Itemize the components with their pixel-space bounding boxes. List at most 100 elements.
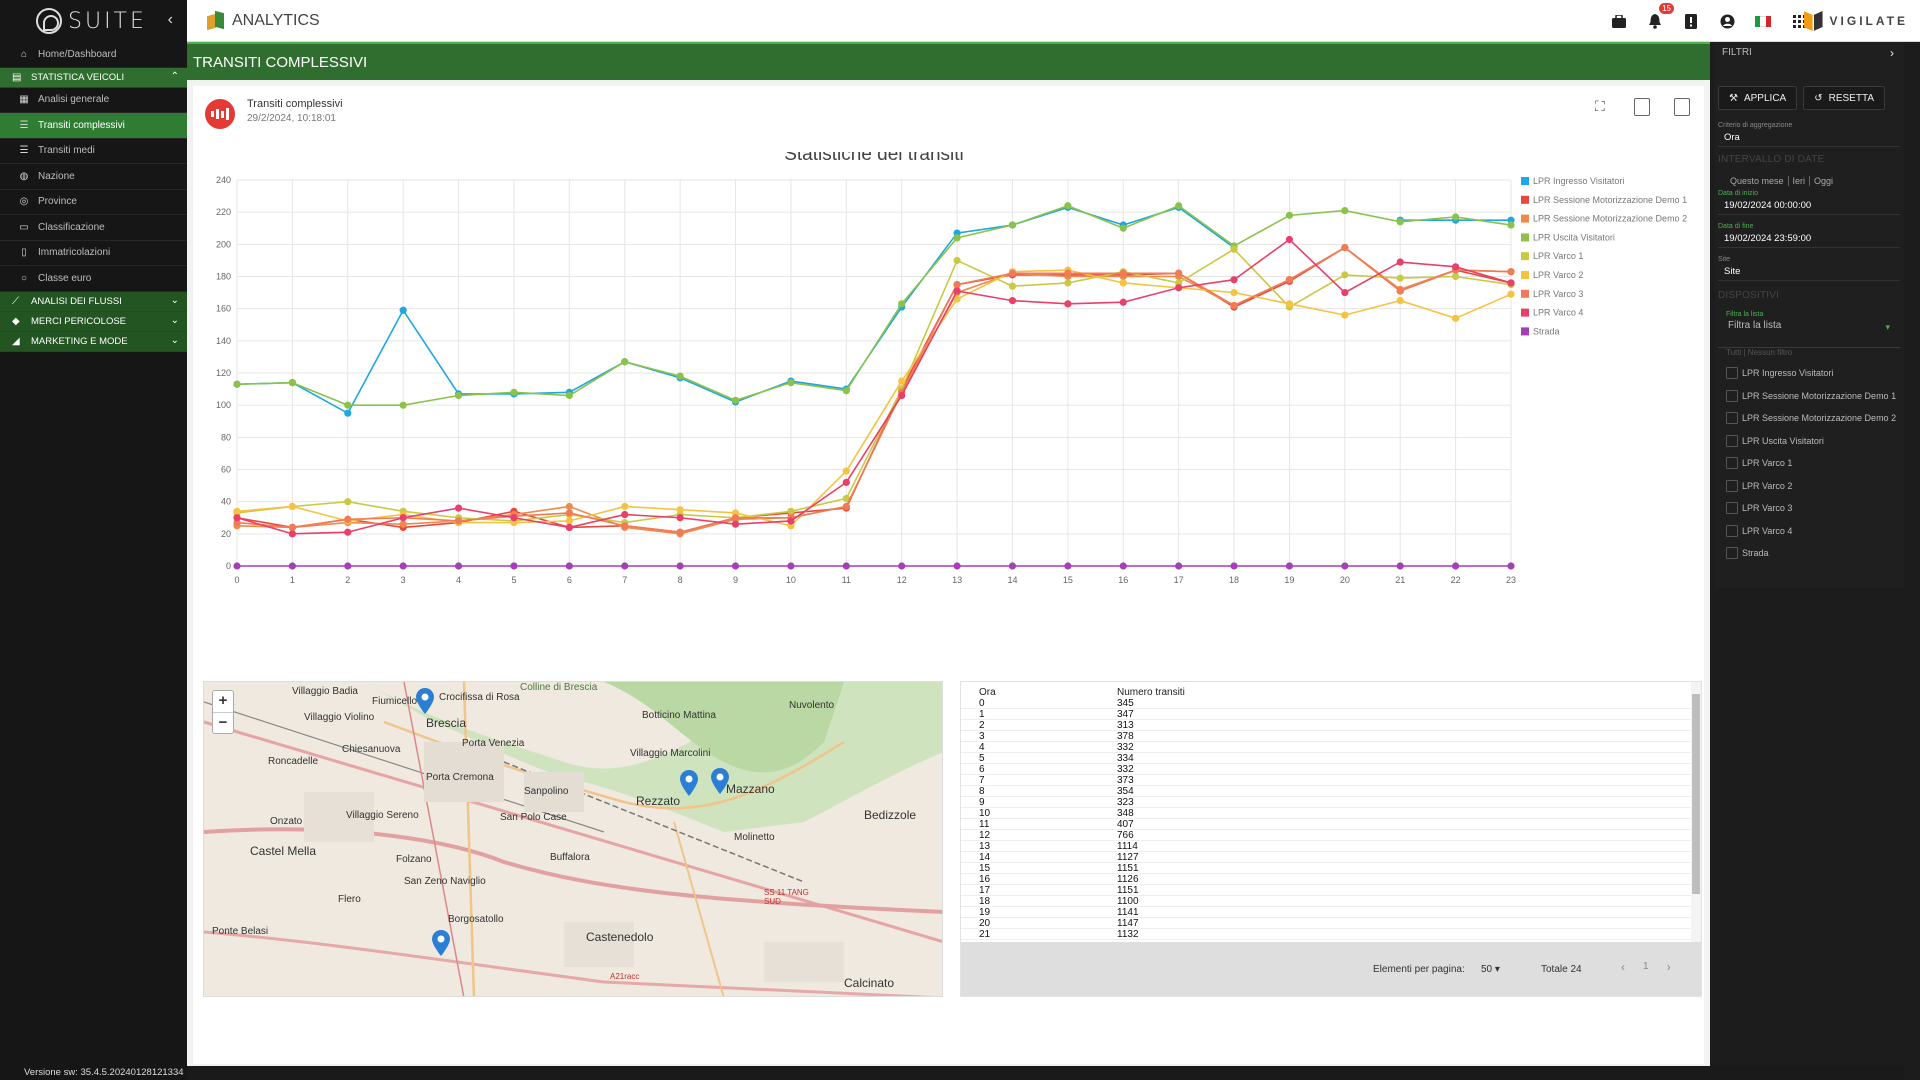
- map-marker-icon[interactable]: [711, 768, 729, 794]
- map-marker-icon[interactable]: [680, 770, 698, 796]
- app-brand[interactable]: ANALYTICS: [207, 10, 320, 30]
- next-page-icon[interactable]: ›: [1667, 960, 1671, 974]
- legend-entry: LPR Ingresso Visitatori: [1533, 176, 1624, 186]
- data-point: [953, 234, 961, 242]
- sidebar-group-merci[interactable]: ◆ MERCI PERICOLOSE ⌄: [0, 311, 187, 332]
- collapse-sidebar-icon[interactable]: ‹: [168, 11, 173, 29]
- sidebar-item-classe-euro[interactable]: ○ Classe euro: [0, 266, 187, 292]
- gavel-icon: ⚒: [1729, 92, 1738, 104]
- x-tick-label: 11: [842, 575, 851, 585]
- device-checkbox-item[interactable]: LPR Ingresso Visitatori: [1726, 362, 1896, 385]
- prev-page-icon[interactable]: ‹: [1621, 960, 1625, 974]
- checkbox[interactable]: [1726, 389, 1738, 402]
- map-marker-icon[interactable]: [432, 930, 450, 956]
- device-checkbox-item[interactable]: LPR Varco 4: [1726, 520, 1896, 543]
- user-account-icon[interactable]: [1718, 12, 1736, 30]
- print-icon[interactable]: [1674, 98, 1690, 116]
- data-point: [1230, 301, 1238, 310]
- checkbox[interactable]: [1726, 434, 1738, 447]
- device-filter-input[interactable]: Filtra la lista Filtra la lista ▾: [1718, 308, 1900, 348]
- checkbox[interactable]: [1726, 524, 1738, 537]
- sidebar-group-label: MARKETING E MODE: [31, 335, 128, 347]
- checkbox[interactable]: [1726, 412, 1738, 425]
- sidebar-item-analisi-generale[interactable]: ▦ Analisi generale: [0, 88, 187, 113]
- data-point: [1008, 221, 1017, 229]
- table-row: 13 1114: [961, 841, 1691, 852]
- select-none-link[interactable]: Nessun filtro: [1748, 348, 1792, 357]
- table-scrollbar[interactable]: [1691, 682, 1701, 944]
- checkbox[interactable]: [1726, 367, 1738, 380]
- map-label: Rezzato: [636, 794, 681, 808]
- alert-doc-icon[interactable]: [1682, 12, 1700, 30]
- y-tick-label: 140: [216, 336, 231, 346]
- suite-logo-text: SUITE: [68, 8, 147, 34]
- sidebar-item-transiti-medi[interactable]: ☰ Transiti medi: [0, 139, 187, 164]
- device-checkbox-item[interactable]: LPR Sessione Motorizzazione Demo 2: [1726, 407, 1896, 430]
- device-checkbox-item[interactable]: LPR Sessione Motorizzazione Demo 1: [1726, 385, 1896, 408]
- select-all-link[interactable]: Tutti: [1726, 348, 1741, 357]
- sidebar-group-flussi[interactable]: ⟋ ANALISI DEI FLUSSI ⌄: [0, 291, 187, 312]
- map-marker-icon[interactable]: [416, 688, 434, 714]
- briefcase-icon[interactable]: [1610, 12, 1628, 30]
- reset-button[interactable]: ↺ RESETTA: [1803, 86, 1885, 110]
- checkbox[interactable]: [1726, 479, 1738, 492]
- list-icon: ☰: [19, 119, 29, 131]
- cell-numero: 348: [1117, 808, 1134, 819]
- data-point: [1341, 562, 1349, 570]
- map-label: Ponte Belasi: [212, 926, 269, 937]
- sidebar-item-classificazione[interactable]: ▭ Classificazione: [0, 215, 187, 241]
- checkbox[interactable]: [1726, 502, 1738, 515]
- per-page-select[interactable]: 50 ▾: [1481, 964, 1500, 975]
- aggregation-field[interactable]: Criterio di aggregazione Ora: [1718, 122, 1900, 147]
- total-count: Totale 24: [1541, 964, 1582, 975]
- device-checkbox-item[interactable]: Strada: [1726, 542, 1896, 565]
- transit-chart: Statistiche dei transiti 0 20 40 60 80 100 120 1…: [193, 152, 1704, 652]
- data-point: [233, 380, 241, 388]
- tab-questo-mese[interactable]: Questo mese: [1726, 176, 1789, 186]
- device-checkbox-item[interactable]: LPR Varco 3: [1726, 497, 1896, 520]
- device-checkbox-item[interactable]: LPR Varco 1: [1726, 452, 1896, 475]
- map-label: Calcinato: [844, 976, 895, 990]
- zoom-in-button[interactable]: +: [213, 691, 233, 712]
- fullscreen-icon[interactable]: [1594, 98, 1610, 116]
- zoom-out-button[interactable]: −: [213, 712, 233, 733]
- device-checkbox-item[interactable]: LPR Varco 2: [1726, 475, 1896, 498]
- map-label: Villaggio Sereno: [346, 810, 419, 821]
- checkbox[interactable]: [1726, 457, 1738, 470]
- pdf-export-icon[interactable]: [1634, 98, 1650, 116]
- data-point: [399, 306, 407, 314]
- y-tick-label: 220: [216, 207, 231, 217]
- apply-button[interactable]: ⚒ APPLICA: [1718, 86, 1798, 110]
- italian-flag-icon[interactable]: [1754, 12, 1772, 30]
- scrollbar-thumb[interactable]: [1692, 694, 1700, 894]
- map-view[interactable]: + − Villaggio Badia Fiumicello Crocifiss…: [203, 681, 943, 997]
- sidebar-group-statistica[interactable]: ▤ STATISTICA VEICOLI ⌃: [0, 67, 187, 88]
- cell-numero: 1114: [1117, 841, 1138, 852]
- device-checkbox-item[interactable]: LPR Uscita Visitatori: [1726, 430, 1896, 453]
- sidebar-group-marketing[interactable]: ◢ MARKETING E MODE ⌄: [0, 331, 187, 352]
- sidebar-item-transiti-complessivi[interactable]: ☰ Transiti complessivi: [0, 113, 187, 139]
- sidebar-item-home[interactable]: ⌂ Home/Dashboard: [0, 42, 187, 68]
- sidebar-item-nazione[interactable]: ◍ Nazione: [0, 164, 187, 190]
- data-point: [344, 562, 352, 570]
- tab-ieri[interactable]: Ieri: [1789, 176, 1811, 186]
- data-point: [1175, 284, 1183, 292]
- device-label: LPR Ingresso Visitatori: [1742, 368, 1834, 379]
- cell-numero: 1141: [1117, 907, 1139, 918]
- data-point: [1230, 245, 1238, 253]
- chevron-right-icon[interactable]: ›: [1890, 46, 1894, 60]
- site-field[interactable]: Site Site: [1718, 256, 1900, 281]
- cell-ora: 8: [979, 786, 985, 797]
- sidebar-item-immatricolazioni[interactable]: ▯ Immatricolazioni: [0, 241, 187, 266]
- column-header-numero[interactable]: Numero transiti: [1117, 687, 1317, 698]
- start-date-field[interactable]: Data di inizio 19/02/2024 00:00:00: [1718, 190, 1900, 215]
- device-label: LPR Sessione Motorizzazione Demo 2: [1742, 413, 1897, 424]
- current-page[interactable]: 1: [1643, 961, 1649, 974]
- end-date-field[interactable]: Data di fine 19/02/2024 23:59:00: [1718, 223, 1900, 248]
- data-point: [1008, 269, 1017, 277]
- notifications-bell-icon[interactable]: 15: [1646, 3, 1674, 30]
- sidebar-item-province[interactable]: ◎ Province: [0, 190, 187, 215]
- column-header-ora[interactable]: Ora: [979, 687, 1117, 698]
- checkbox[interactable]: [1726, 547, 1738, 560]
- tab-oggi[interactable]: Oggi: [1810, 176, 1837, 186]
